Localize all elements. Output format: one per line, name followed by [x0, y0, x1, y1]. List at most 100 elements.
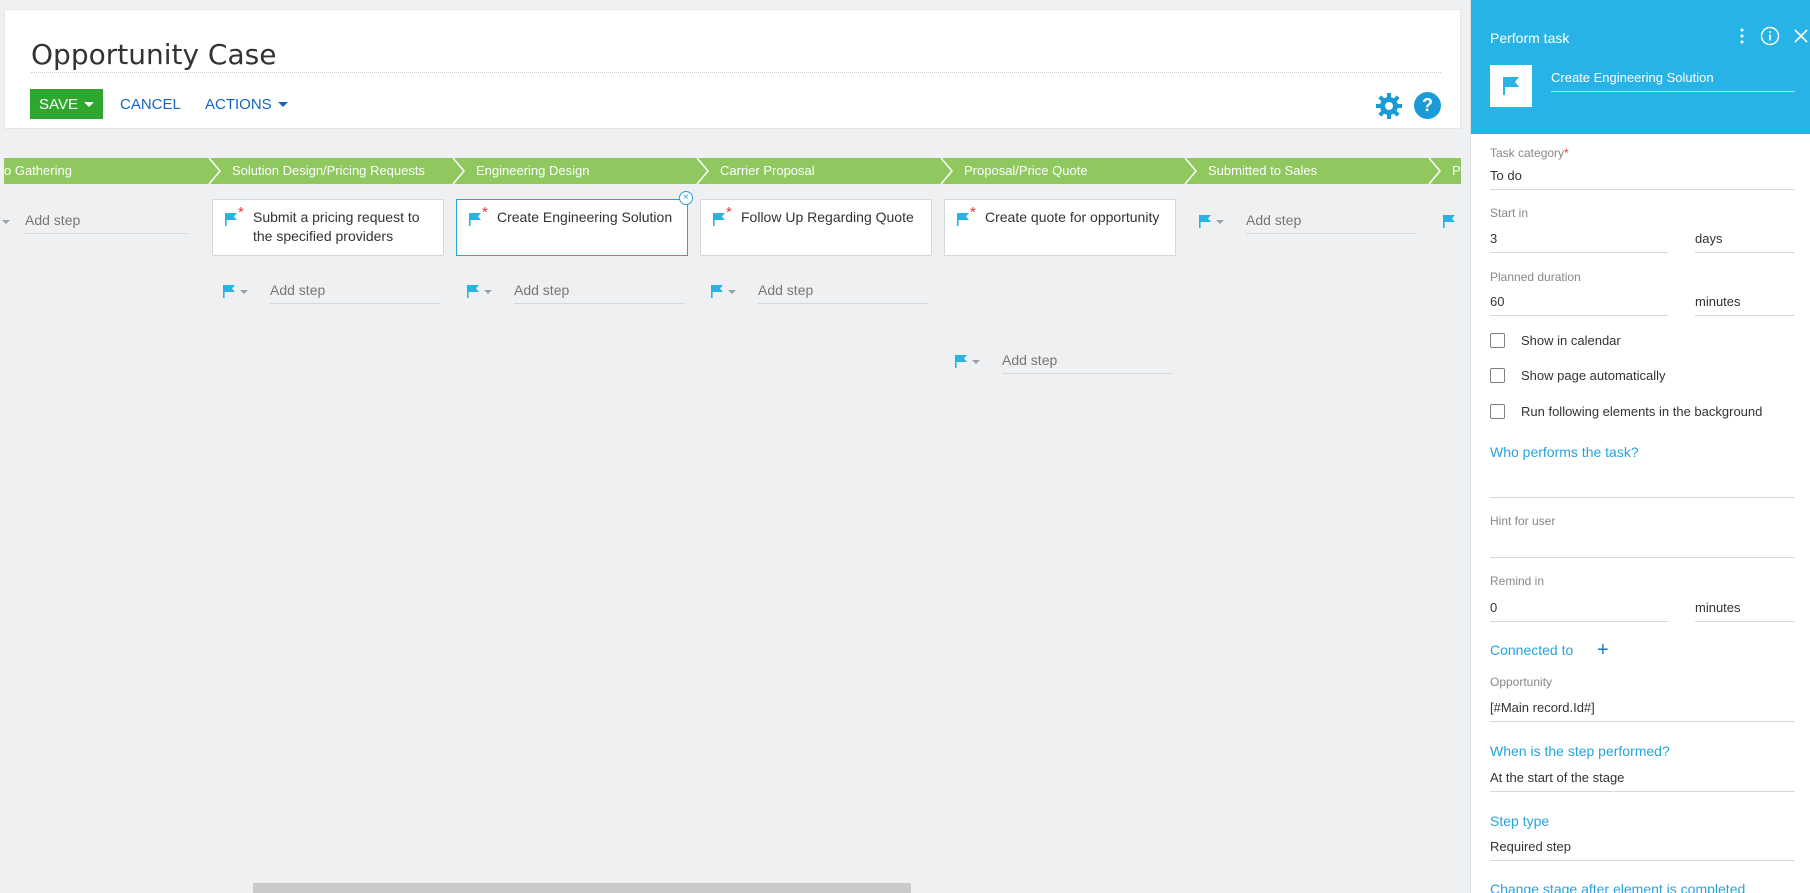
chevron-down-icon — [728, 290, 736, 294]
remind-in-label: Remind in — [1490, 574, 1545, 588]
flag-icon — [1199, 215, 1211, 228]
cancel-label: CANCEL — [120, 96, 181, 113]
step-card-selected[interactable]: * Create Engineering Solution — [456, 199, 688, 256]
required-marker: * — [238, 204, 244, 221]
required-marker: * — [970, 204, 976, 221]
step-title: Create quote for opportunity — [985, 209, 1160, 225]
panel-header: Perform task Create Engineering Solution — [1471, 0, 1810, 134]
when-performed-header: When is the step performed? — [1490, 743, 1670, 759]
add-step-label[interactable]: Add step — [1246, 212, 1417, 234]
close-icon[interactable] — [1794, 29, 1808, 43]
flag-icon — [223, 285, 235, 298]
horizontal-scrollbar[interactable] — [253, 883, 911, 893]
gear-icon[interactable] — [1375, 92, 1403, 120]
chevron-down-icon — [484, 290, 492, 294]
change-stage-header: Change stage after element is completed — [1490, 881, 1746, 893]
start-in-label: Start in — [1490, 206, 1529, 220]
checkbox[interactable] — [1490, 368, 1505, 383]
opportunity-field[interactable]: [#Main record.Id#] — [1490, 700, 1795, 722]
performer-field[interactable] — [1490, 474, 1795, 498]
task-name-field[interactable]: Create Engineering Solution — [1551, 70, 1795, 92]
remind-in-unit-select[interactable]: minutes — [1695, 600, 1795, 622]
add-step-label[interactable]: Add step — [25, 212, 188, 234]
stage-separator — [452, 158, 465, 184]
step-card[interactable]: * Submit a pricing request to the specif… — [212, 199, 444, 256]
stage-separator — [696, 158, 709, 184]
opportunity-label: Opportunity — [1490, 675, 1553, 689]
start-in-unit-select[interactable]: days — [1695, 231, 1795, 253]
checkbox-label: Run following elements in the background — [1521, 404, 1763, 419]
planned-duration-label: Planned duration — [1490, 270, 1581, 284]
stage-separator — [1428, 158, 1441, 184]
planned-duration-field[interactable]: 60 — [1490, 294, 1668, 316]
info-icon[interactable] — [1760, 26, 1780, 46]
save-label: SAVE — [39, 95, 78, 113]
add-step-label[interactable]: Add step — [514, 282, 685, 304]
task-category-label-text: Task category — [1490, 146, 1565, 160]
stage-item[interactable]: Submitted to Sales — [1188, 158, 1432, 184]
step-type-header: Step type — [1490, 813, 1550, 829]
hint-field[interactable] — [1490, 534, 1795, 558]
add-step-label[interactable]: Add step — [270, 282, 441, 304]
step-type-field[interactable]: Required step — [1490, 839, 1795, 861]
save-button[interactable]: SAVE — [30, 89, 103, 119]
task-category-field[interactable]: To do — [1490, 168, 1795, 190]
required-marker: * — [482, 204, 488, 221]
add-step-label[interactable]: Add step — [1002, 352, 1173, 374]
add-step-row[interactable]: Add step — [954, 348, 1176, 374]
flag-icon — [711, 285, 723, 298]
perform-task-panel: Perform task Create Engineering Solution… — [1470, 0, 1810, 893]
step-card[interactable]: * Follow Up Regarding Quote — [700, 199, 932, 256]
flag-icon — [467, 285, 479, 298]
connected-to-header: Connected to — [1490, 642, 1574, 658]
checkbox-label: Show in calendar — [1521, 333, 1621, 348]
chevron-down-icon — [1216, 220, 1224, 224]
step-title: Submit a pricing request to the specifie… — [253, 209, 420, 244]
step-title: Create Engineering Solution — [497, 209, 673, 225]
remove-step-icon[interactable]: × — [679, 191, 693, 205]
stage-separator — [208, 158, 221, 184]
cancel-button[interactable]: CANCEL — [120, 96, 181, 113]
start-in-field[interactable]: 3 — [1490, 231, 1668, 253]
show-in-calendar-checkbox[interactable]: Show in calendar — [1490, 333, 1621, 348]
add-step-row[interactable]: Add step — [0, 208, 200, 234]
step-card[interactable]: * Create quote for opportunity — [944, 199, 1176, 256]
add-step-row[interactable]: Add step — [222, 278, 444, 304]
page-header: Opportunity Case SAVE CANCEL ACTIONS ? — [4, 9, 1461, 129]
who-performs-link[interactable]: Who performs the task? — [1490, 444, 1639, 460]
checkbox[interactable] — [1490, 333, 1505, 348]
help-icon[interactable]: ? — [1414, 92, 1441, 119]
actions-label: ACTIONS — [205, 96, 272, 113]
add-step-row[interactable] — [1442, 208, 1460, 234]
checkbox[interactable] — [1490, 404, 1505, 419]
when-performed-field[interactable]: At the start of the stage — [1490, 770, 1795, 792]
hint-label: Hint for user — [1490, 514, 1556, 528]
run-in-background-checkbox[interactable]: Run following elements in the background — [1490, 404, 1762, 419]
flag-icon — [1443, 215, 1455, 228]
chevron-down-icon — [240, 290, 248, 294]
flag-icon — [957, 213, 969, 226]
stage-item[interactable]: o Gathering — [4, 158, 212, 184]
add-step-label[interactable]: Add step — [758, 282, 929, 304]
stage-item[interactable]: Carrier Proposal — [700, 158, 944, 184]
more-options-icon[interactable] — [1739, 28, 1745, 44]
add-step-row[interactable]: Add step — [466, 278, 688, 304]
flag-icon — [713, 213, 725, 226]
add-step-row[interactable]: Add step — [1198, 208, 1420, 234]
task-category-label: Task category* — [1490, 146, 1569, 160]
planned-duration-unit-select[interactable]: minutes — [1695, 294, 1795, 316]
add-step-row[interactable]: Add step — [710, 278, 932, 304]
flag-icon — [469, 213, 481, 226]
stage-item[interactable]: Solution Design/Pricing Requests — [212, 158, 456, 184]
stage-item[interactable]: Proposal/Price Quote — [944, 158, 1188, 184]
required-marker: * — [1564, 146, 1569, 160]
flag-icon — [225, 213, 237, 226]
stage-item[interactable]: Engineering Design — [456, 158, 700, 184]
show-page-automatically-checkbox[interactable]: Show page automatically — [1490, 368, 1666, 383]
task-type-tile — [1490, 65, 1532, 107]
add-connection-icon[interactable]: + — [1597, 640, 1609, 660]
actions-button[interactable]: ACTIONS — [205, 96, 288, 113]
panel-title: Perform task — [1490, 30, 1570, 46]
page-title: Opportunity Case — [31, 38, 277, 71]
remind-in-field[interactable]: 0 — [1490, 600, 1668, 622]
